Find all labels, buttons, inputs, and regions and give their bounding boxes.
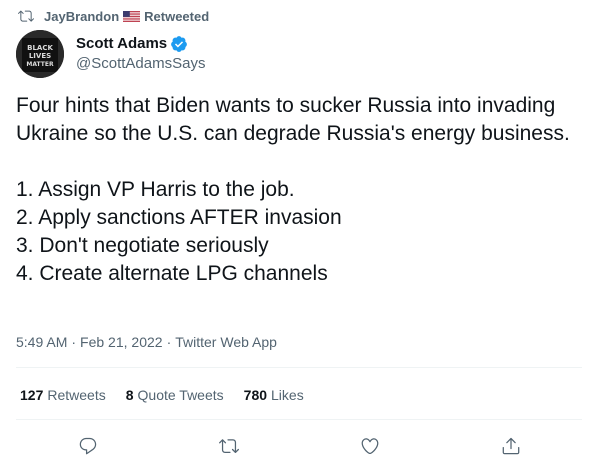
retweet-button[interactable] — [215, 432, 243, 460]
tweet-stats: 127 Retweets 8 Quote Tweets 780 Likes — [20, 386, 324, 404]
likes-label: Likes — [271, 387, 304, 403]
share-icon — [502, 437, 520, 455]
reply-button[interactable] — [74, 432, 102, 460]
tweet-text: Four hints that Biden wants to sucker Ru… — [16, 94, 570, 285]
tweet-source[interactable]: Twitter Web App — [175, 333, 277, 351]
avatar[interactable]: BLACK LIVES MATTER — [16, 30, 64, 78]
tweet-metadata: 5:49 AM · Feb 21, 2022 · Twitter Web App — [16, 333, 277, 351]
tweet-date[interactable]: Feb 21, 2022 — [80, 333, 163, 351]
retweet-banner: JayBrandon Retweeted — [18, 7, 209, 25]
divider — [16, 367, 582, 368]
svg-text:LIVES: LIVES — [29, 52, 51, 60]
likes-count: 780 — [243, 387, 268, 403]
share-button[interactable] — [497, 432, 525, 460]
like-icon — [361, 438, 379, 455]
tweet-author: BLACK LIVES MATTER Scott Adams @ScottAda… — [16, 30, 205, 78]
svg-text:BLACK: BLACK — [27, 44, 53, 52]
retweeter-name[interactable]: JayBrandon — [44, 9, 119, 24]
reply-icon — [79, 437, 97, 455]
retweets-label: Retweets — [47, 387, 106, 403]
retweeted-label: Retweeted — [144, 8, 210, 24]
meta-separator: · — [166, 334, 172, 350]
quote-tweets-stat[interactable]: 8 Quote Tweets — [126, 386, 224, 404]
quote-tweets-label: Quote Tweets — [137, 387, 224, 403]
like-button[interactable] — [356, 432, 384, 460]
tweet-time[interactable]: 5:49 AM — [16, 333, 67, 351]
action-bar — [0, 432, 598, 460]
author-handle[interactable]: @ScottAdamsSays — [76, 54, 205, 74]
us-flag-icon — [123, 10, 141, 22]
quote-tweets-count: 8 — [125, 387, 134, 403]
retweet-icon — [219, 439, 239, 454]
divider — [16, 419, 582, 420]
verified-badge-icon — [171, 36, 188, 52]
retweets-stat[interactable]: 127 Retweets — [20, 386, 106, 404]
likes-stat[interactable]: 780 Likes — [244, 386, 304, 404]
retweet-icon — [18, 10, 34, 22]
retweets-count: 127 — [20, 387, 44, 403]
avatar-image: BLACK LIVES MATTER — [16, 30, 64, 78]
meta-separator: · — [71, 334, 77, 350]
author-name[interactable]: Scott Adams — [76, 34, 167, 54]
svg-text:MATTER: MATTER — [26, 61, 54, 68]
